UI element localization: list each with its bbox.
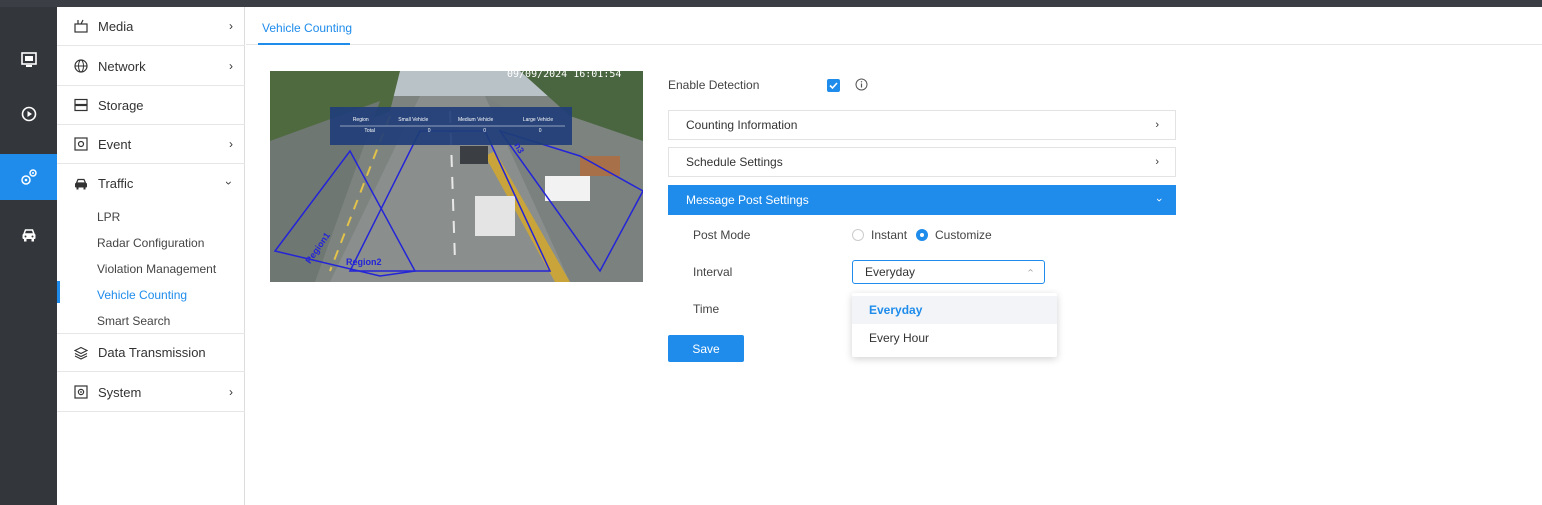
panel-counting-information[interactable]: Counting Information › xyxy=(668,110,1176,140)
counting-overlay-headers: Region Small Vehicle Medium Vehicle Larg… xyxy=(338,117,568,123)
nav-label: Traffic xyxy=(98,176,134,191)
panel-title: Counting Information xyxy=(686,118,798,132)
playback-icon[interactable] xyxy=(0,94,57,134)
active-item-marker xyxy=(57,281,60,303)
settings-icon[interactable] xyxy=(0,154,57,200)
nav-label: Storage xyxy=(98,97,144,113)
nav-label: Media xyxy=(98,18,134,34)
nav-item-traffic[interactable]: Traffic › xyxy=(57,164,245,203)
car-icon xyxy=(74,177,88,191)
traffic-car-icon[interactable] xyxy=(0,215,57,255)
chevron-up-icon: › xyxy=(1024,268,1036,273)
nav-item-network[interactable]: Network › xyxy=(57,47,245,86)
save-button[interactable]: Save xyxy=(668,335,744,362)
interval-label: Interval xyxy=(693,265,733,279)
overlay-cell: Total xyxy=(364,128,375,134)
tab-underline xyxy=(258,43,350,45)
overlay-header: Region xyxy=(352,117,369,123)
time-label: Time xyxy=(693,302,720,316)
nav-item-media[interactable]: Media › xyxy=(57,7,245,46)
overlay-header: Medium Vehicle xyxy=(457,117,494,123)
interval-dropdown: Everyday Every Hour xyxy=(852,293,1057,357)
panel-title: Message Post Settings xyxy=(686,193,809,207)
overlay-cell: 0 xyxy=(427,128,431,134)
chevron-right-icon: › xyxy=(229,385,233,399)
nav-label: System xyxy=(98,384,142,400)
chevron-right-icon: › xyxy=(229,59,233,73)
post-mode-label: Post Mode xyxy=(693,228,751,242)
sub-item-vehicle-counting[interactable]: Vehicle Counting xyxy=(97,288,187,302)
overlay-cell: 0 xyxy=(538,128,542,134)
panel-schedule-settings[interactable]: Schedule Settings › xyxy=(668,147,1176,177)
radio-instant-label[interactable]: Instant xyxy=(871,228,907,242)
camera-scene xyxy=(270,71,643,282)
region-label: Region2 xyxy=(346,257,382,267)
overlay-header: Small Vehicle xyxy=(398,117,429,123)
enable-detection-label: Enable Detection xyxy=(668,78,760,92)
counting-overlay-row: Total 0 0 0 xyxy=(338,128,568,134)
camera-timestamp: 09/09/2024 16:01:54 xyxy=(507,71,622,80)
dropdown-option-everyday[interactable]: Everyday xyxy=(852,296,1057,324)
info-icon[interactable] xyxy=(855,78,868,96)
chevron-down-icon: › xyxy=(222,181,236,185)
live-view-icon[interactable] xyxy=(0,40,57,80)
overlay-header: Large Vehicle xyxy=(522,117,554,123)
radio-instant[interactable] xyxy=(852,229,864,241)
interval-select[interactable]: Everyday › xyxy=(852,260,1045,284)
chevron-right-icon: › xyxy=(1155,119,1159,131)
sub-item-radar-configuration[interactable]: Radar Configuration xyxy=(97,236,204,250)
media-icon xyxy=(74,19,88,33)
panel-title: Schedule Settings xyxy=(686,155,783,169)
icon-sidebar xyxy=(0,7,57,505)
settings-nav: Media › Network › Storage Event › Traffi… xyxy=(57,7,245,505)
overlay-cell: 0 xyxy=(483,128,487,134)
sub-item-lpr[interactable]: LPR xyxy=(97,210,120,224)
radio-customize[interactable] xyxy=(916,229,928,241)
storage-icon xyxy=(74,98,88,112)
tab-vehicle-counting[interactable]: Vehicle Counting xyxy=(262,21,352,35)
radio-dot xyxy=(920,233,924,237)
nav-label: Event xyxy=(98,136,132,152)
nav-label: Data Transmission xyxy=(98,345,206,360)
chevron-right-icon: › xyxy=(229,137,233,151)
top-bar xyxy=(0,0,1542,7)
nav-item-event[interactable]: Event › xyxy=(57,125,245,164)
dropdown-option-every-hour[interactable]: Every Hour xyxy=(852,324,1057,352)
chevron-down-icon: › xyxy=(1153,198,1166,202)
nav-item-system[interactable]: System › xyxy=(57,373,245,412)
chevron-right-icon: › xyxy=(1155,156,1159,168)
layers-icon xyxy=(74,346,88,360)
sub-item-smart-search[interactable]: Smart Search xyxy=(97,314,170,328)
interval-value: Everyday xyxy=(865,265,916,279)
radio-customize-label[interactable]: Customize xyxy=(935,228,992,242)
nav-label: Network xyxy=(98,58,146,74)
nav-item-data-transmission[interactable]: Data Transmission xyxy=(57,333,245,372)
panel-message-post-settings[interactable]: Message Post Settings › xyxy=(668,185,1176,215)
globe-icon xyxy=(74,59,88,73)
nav-item-storage[interactable]: Storage xyxy=(57,86,245,125)
enable-detection-checkbox[interactable] xyxy=(827,79,840,92)
camera-preview: 09/09/2024 16:01:54 Region Small Vehicle… xyxy=(270,71,643,282)
tab-bar: Vehicle Counting xyxy=(246,7,1542,45)
sub-item-violation-management[interactable]: Violation Management xyxy=(97,262,216,276)
event-icon xyxy=(74,137,88,151)
chevron-right-icon: › xyxy=(229,19,233,33)
system-icon xyxy=(74,385,88,399)
check-icon xyxy=(829,82,838,90)
